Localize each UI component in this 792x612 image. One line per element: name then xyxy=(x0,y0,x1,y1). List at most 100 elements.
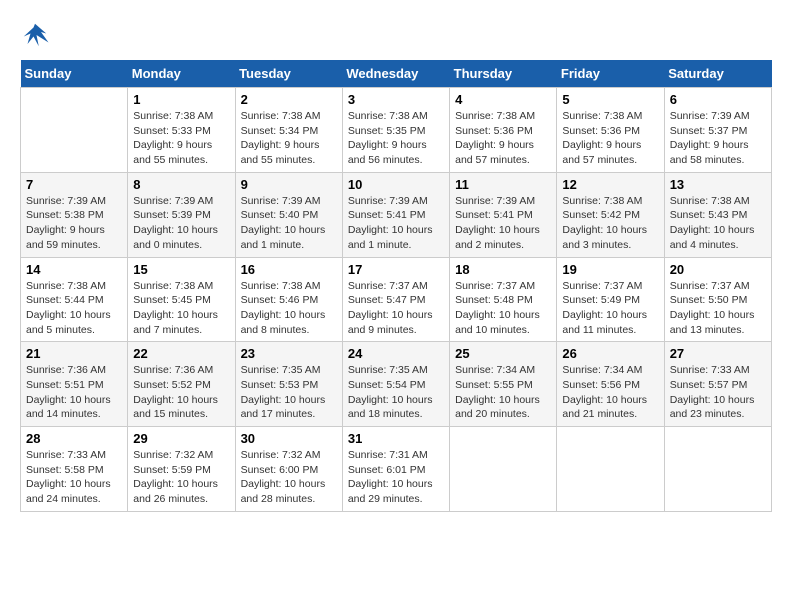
weekday-row: SundayMondayTuesdayWednesdayThursdayFrid… xyxy=(21,60,772,88)
day-info: Sunrise: 7:38 AM Sunset: 5:36 PM Dayligh… xyxy=(562,109,658,168)
day-number: 22 xyxy=(133,346,229,361)
day-number: 8 xyxy=(133,177,229,192)
day-number: 9 xyxy=(241,177,337,192)
calendar-cell: 28 Sunrise: 7:33 AM Sunset: 5:58 PM Dayli… xyxy=(21,427,128,512)
day-info: Sunrise: 7:38 AM Sunset: 5:33 PM Dayligh… xyxy=(133,109,229,168)
calendar-cell xyxy=(21,88,128,173)
weekday-header-tuesday: Tuesday xyxy=(235,60,342,88)
day-number: 15 xyxy=(133,262,229,277)
day-info: Sunrise: 7:38 AM Sunset: 5:46 PM Dayligh… xyxy=(241,279,337,338)
calendar-cell: 11 Sunrise: 7:39 AM Sunset: 5:41 PM Dayli… xyxy=(450,172,557,257)
day-info: Sunrise: 7:35 AM Sunset: 5:53 PM Dayligh… xyxy=(241,363,337,422)
calendar-cell: 27 Sunrise: 7:33 AM Sunset: 5:57 PM Dayli… xyxy=(664,342,771,427)
day-number: 6 xyxy=(670,92,766,107)
calendar-cell: 4 Sunrise: 7:38 AM Sunset: 5:36 PM Daylig… xyxy=(450,88,557,173)
day-number: 3 xyxy=(348,92,444,107)
day-number: 27 xyxy=(670,346,766,361)
day-number: 18 xyxy=(455,262,551,277)
calendar-cell: 2 Sunrise: 7:38 AM Sunset: 5:34 PM Daylig… xyxy=(235,88,342,173)
logo-icon xyxy=(20,20,50,50)
calendar-cell: 22 Sunrise: 7:36 AM Sunset: 5:52 PM Dayli… xyxy=(128,342,235,427)
day-info: Sunrise: 7:37 AM Sunset: 5:49 PM Dayligh… xyxy=(562,279,658,338)
calendar-week-2: 7 Sunrise: 7:39 AM Sunset: 5:38 PM Daylig… xyxy=(21,172,772,257)
day-number: 28 xyxy=(26,431,122,446)
day-info: Sunrise: 7:33 AM Sunset: 5:58 PM Dayligh… xyxy=(26,448,122,507)
day-number: 31 xyxy=(348,431,444,446)
calendar-cell: 29 Sunrise: 7:32 AM Sunset: 5:59 PM Dayli… xyxy=(128,427,235,512)
calendar-cell: 23Sunrise: 7:35 AM Sunset: 5:53 PM Dayli… xyxy=(235,342,342,427)
calendar-cell: 13 Sunrise: 7:38 AM Sunset: 5:43 PM Dayli… xyxy=(664,172,771,257)
calendar-week-3: 14Sunrise: 7:38 AM Sunset: 5:44 PM Dayli… xyxy=(21,257,772,342)
calendar-cell xyxy=(557,427,664,512)
day-number: 25 xyxy=(455,346,551,361)
weekday-header-thursday: Thursday xyxy=(450,60,557,88)
day-info: Sunrise: 7:34 AM Sunset: 5:56 PM Dayligh… xyxy=(562,363,658,422)
day-number: 13 xyxy=(670,177,766,192)
page-header xyxy=(20,20,772,50)
calendar-cell: 18Sunrise: 7:37 AM Sunset: 5:48 PM Dayli… xyxy=(450,257,557,342)
day-info: Sunrise: 7:37 AM Sunset: 5:47 PM Dayligh… xyxy=(348,279,444,338)
day-info: Sunrise: 7:39 AM Sunset: 5:39 PM Dayligh… xyxy=(133,194,229,253)
day-info: Sunrise: 7:38 AM Sunset: 5:36 PM Dayligh… xyxy=(455,109,551,168)
weekday-header-sunday: Sunday xyxy=(21,60,128,88)
day-number: 2 xyxy=(241,92,337,107)
weekday-header-saturday: Saturday xyxy=(664,60,771,88)
day-number: 20 xyxy=(670,262,766,277)
calendar-cell xyxy=(450,427,557,512)
day-number: 1 xyxy=(133,92,229,107)
weekday-header-wednesday: Wednesday xyxy=(342,60,449,88)
day-number: 19 xyxy=(562,262,658,277)
day-number: 10 xyxy=(348,177,444,192)
calendar-cell: 14Sunrise: 7:38 AM Sunset: 5:44 PM Dayli… xyxy=(21,257,128,342)
day-number: 12 xyxy=(562,177,658,192)
day-info: Sunrise: 7:38 AM Sunset: 5:43 PM Dayligh… xyxy=(670,194,766,253)
day-number: 30 xyxy=(241,431,337,446)
calendar-header: SundayMondayTuesdayWednesdayThursdayFrid… xyxy=(21,60,772,88)
calendar-cell xyxy=(664,427,771,512)
calendar-cell: 30 Sunrise: 7:32 AM Sunset: 6:00 PM Dayli… xyxy=(235,427,342,512)
day-info: Sunrise: 7:38 AM Sunset: 5:35 PM Dayligh… xyxy=(348,109,444,168)
day-number: 29 xyxy=(133,431,229,446)
calendar-cell: 17 Sunrise: 7:37 AM Sunset: 5:47 PM Dayli… xyxy=(342,257,449,342)
day-info: Sunrise: 7:31 AM Sunset: 6:01 PM Dayligh… xyxy=(348,448,444,507)
day-number: 16 xyxy=(241,262,337,277)
day-info: Sunrise: 7:32 AM Sunset: 5:59 PM Dayligh… xyxy=(133,448,229,507)
calendar-cell: 25 Sunrise: 7:34 AM Sunset: 5:55 PM Dayli… xyxy=(450,342,557,427)
day-info: Sunrise: 7:36 AM Sunset: 5:52 PM Dayligh… xyxy=(133,363,229,422)
calendar-cell: 9 Sunrise: 7:39 AM Sunset: 5:40 PM Daylig… xyxy=(235,172,342,257)
day-number: 26 xyxy=(562,346,658,361)
day-info: Sunrise: 7:39 AM Sunset: 5:41 PM Dayligh… xyxy=(348,194,444,253)
day-info: Sunrise: 7:39 AM Sunset: 5:41 PM Dayligh… xyxy=(455,194,551,253)
calendar-cell: 7 Sunrise: 7:39 AM Sunset: 5:38 PM Daylig… xyxy=(21,172,128,257)
day-number: 17 xyxy=(348,262,444,277)
calendar-cell: 24Sunrise: 7:35 AM Sunset: 5:54 PM Dayli… xyxy=(342,342,449,427)
calendar-cell: 31 Sunrise: 7:31 AM Sunset: 6:01 PM Dayli… xyxy=(342,427,449,512)
calendar-week-4: 21 Sunrise: 7:36 AM Sunset: 5:51 PM Dayli… xyxy=(21,342,772,427)
calendar-cell: 1 Sunrise: 7:38 AM Sunset: 5:33 PM Daylig… xyxy=(128,88,235,173)
day-info: Sunrise: 7:38 AM Sunset: 5:34 PM Dayligh… xyxy=(241,109,337,168)
day-number: 24 xyxy=(348,346,444,361)
day-info: Sunrise: 7:39 AM Sunset: 5:38 PM Dayligh… xyxy=(26,194,122,253)
day-number: 11 xyxy=(455,177,551,192)
day-info: Sunrise: 7:33 AM Sunset: 5:57 PM Dayligh… xyxy=(670,363,766,422)
day-number: 4 xyxy=(455,92,551,107)
day-number: 7 xyxy=(26,177,122,192)
calendar-cell: 15Sunrise: 7:38 AM Sunset: 5:45 PM Dayli… xyxy=(128,257,235,342)
day-info: Sunrise: 7:37 AM Sunset: 5:50 PM Dayligh… xyxy=(670,279,766,338)
calendar-week-1: 1 Sunrise: 7:38 AM Sunset: 5:33 PM Daylig… xyxy=(21,88,772,173)
calendar-cell: 10 Sunrise: 7:39 AM Sunset: 5:41 PM Dayli… xyxy=(342,172,449,257)
weekday-header-monday: Monday xyxy=(128,60,235,88)
day-info: Sunrise: 7:32 AM Sunset: 6:00 PM Dayligh… xyxy=(241,448,337,507)
day-number: 14 xyxy=(26,262,122,277)
day-info: Sunrise: 7:39 AM Sunset: 5:40 PM Dayligh… xyxy=(241,194,337,253)
day-number: 21 xyxy=(26,346,122,361)
calendar-cell: 19 Sunrise: 7:37 AM Sunset: 5:49 PM Dayli… xyxy=(557,257,664,342)
day-info: Sunrise: 7:34 AM Sunset: 5:55 PM Dayligh… xyxy=(455,363,551,422)
calendar-body: 1 Sunrise: 7:38 AM Sunset: 5:33 PM Daylig… xyxy=(21,88,772,512)
calendar-cell: 16 Sunrise: 7:38 AM Sunset: 5:46 PM Dayli… xyxy=(235,257,342,342)
calendar-table: SundayMondayTuesdayWednesdayThursdayFrid… xyxy=(20,60,772,512)
calendar-cell: 26 Sunrise: 7:34 AM Sunset: 5:56 PM Dayli… xyxy=(557,342,664,427)
calendar-cell: 3 Sunrise: 7:38 AM Sunset: 5:35 PM Daylig… xyxy=(342,88,449,173)
day-info: Sunrise: 7:36 AM Sunset: 5:51 PM Dayligh… xyxy=(26,363,122,422)
calendar-cell: 8 Sunrise: 7:39 AM Sunset: 5:39 PM Daylig… xyxy=(128,172,235,257)
